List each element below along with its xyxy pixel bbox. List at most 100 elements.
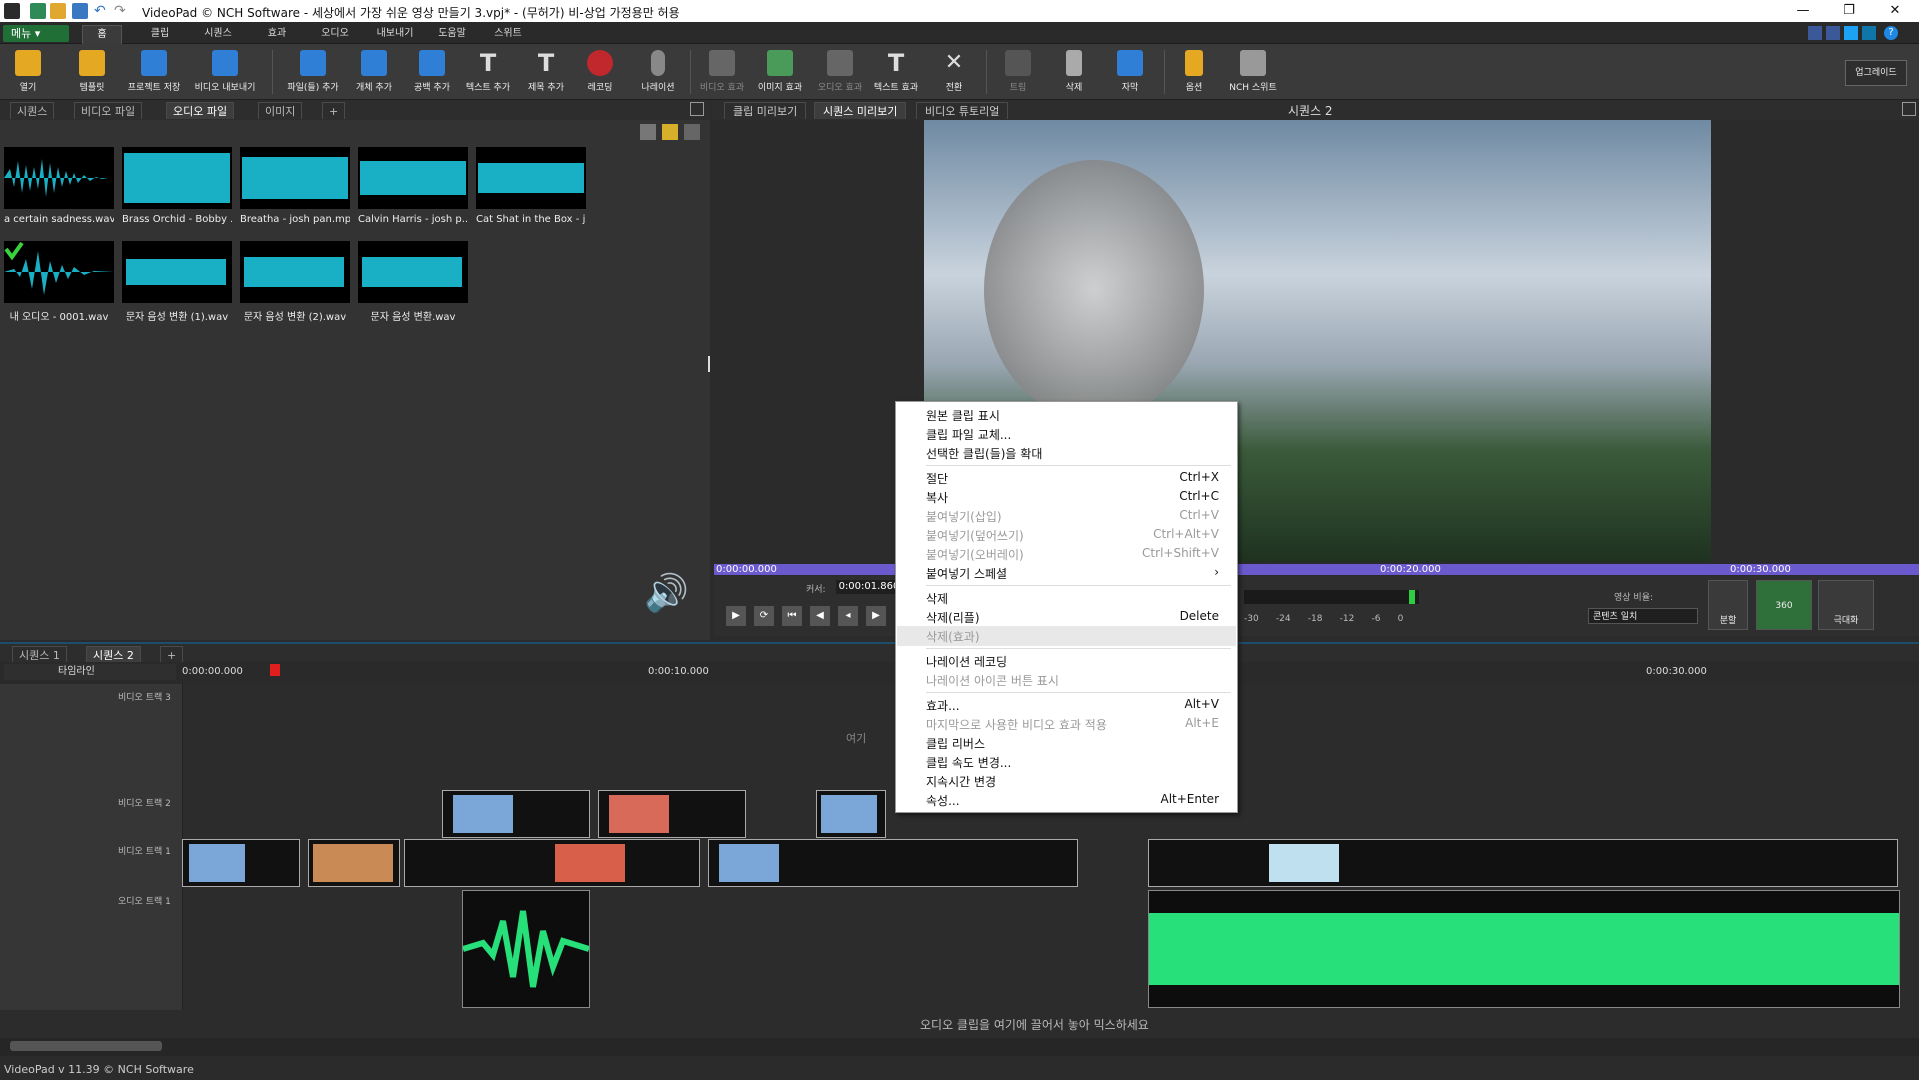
add-object-button[interactable]: 개체 추가 [346,48,402,98]
tab-export[interactable]: 내보내기 [372,25,418,43]
seq-tab-add[interactable]: + [160,646,184,663]
add-title-button[interactable]: T 제목 추가 [518,48,574,98]
playhead-marker[interactable] [270,664,280,676]
image-effects-button[interactable]: 이미지 효과 [752,48,808,98]
menu-item-zoom-selected[interactable]: 선택한 클립(들)을 확대 [926,445,1042,462]
timeline-clip[interactable] [598,790,746,838]
timeline-clip[interactable] [442,790,590,838]
tab-video-tutorial[interactable]: 비디오 튜토리얼 [916,102,1009,119]
next-frame-icon[interactable]: ▶ [866,606,886,626]
audio-effects-button[interactable]: 오디오 효과 [812,48,868,98]
tab-clip-preview[interactable]: 클립 미리보기 [724,102,807,119]
upgrade-button[interactable]: 업그레이드 [1845,60,1907,86]
like-icon[interactable] [1808,26,1822,40]
new-icon[interactable] [30,3,46,19]
360-button[interactable]: 360 [1756,580,1812,630]
menu-item-properties[interactable]: 속성... [926,792,960,809]
timeline-clip[interactable] [404,839,700,887]
options-button[interactable]: 옵션 [1166,48,1222,98]
loop-icon[interactable]: ⟳ [754,606,774,626]
tab-sequence-preview[interactable]: 시퀀스 미리보기 [814,102,907,119]
open-icon[interactable] [50,3,66,19]
undock-icon[interactable] [1902,102,1916,116]
menu-item-change-duration[interactable]: 지속시간 변경 [926,773,996,790]
help-icon[interactable]: ? [1884,26,1898,40]
undock-icon[interactable] [690,102,704,116]
save-icon[interactable] [72,3,88,19]
menu-item-record-narration[interactable]: 나레이션 레코딩 [926,653,1007,670]
menu-item-show-source[interactable]: 원본 클립 표시 [926,407,1000,424]
narration-button[interactable]: 나레이션 [630,48,686,98]
restore-button[interactable]: ❐ [1826,0,1872,22]
tab-effects[interactable]: 효과 [262,25,292,43]
seq-tab-2[interactable]: 시퀀스 2 [86,646,141,663]
bin-tab-video-files[interactable]: 비디오 파일 [74,102,143,119]
add-blank-button[interactable]: 공백 추가 [404,48,460,98]
scroll-thumb[interactable] [10,1041,162,1051]
bin-tab-images[interactable]: 이미지 [258,102,303,119]
linkedin-icon[interactable] [1862,26,1876,40]
timeline-clip[interactable] [308,839,400,887]
text-effects-button[interactable]: T 텍스트 효과 [868,48,924,98]
menu-item-ripple-delete[interactable]: 삭제(리플) [926,609,980,626]
timeline-clip[interactable] [708,839,1078,887]
prev-frame-icon[interactable]: ◀ [810,606,830,626]
tab-audio[interactable]: 오디오 [316,25,354,43]
bin-clip[interactable]: a certain sadness.wav [4,147,114,225]
bin-clip[interactable]: 내 오디오 - 0001.wav [4,241,114,323]
timeline-clip[interactable] [182,839,300,887]
menu-item-paste-special[interactable]: 붙여넣기 스페셜 [926,565,1007,582]
bin-clip[interactable]: Breatha - josh pan.mp3 [240,147,350,225]
seq-tab-1[interactable]: 시퀀스 1 [12,646,67,663]
bin-clip[interactable]: 문자 음성 변환 (2).wav [240,241,350,323]
audio-clip[interactable] [462,890,590,1008]
fullscreen-button[interactable]: 극대화 [1818,580,1874,630]
aspect-select[interactable]: 콘텐츠 일치 [1588,608,1698,624]
timeline-clip[interactable] [1148,839,1898,887]
tab-home[interactable]: 홈 [82,25,122,44]
bin-clip[interactable]: 문자 음성 변환 (1).wav [122,241,232,323]
bin-folder-icon[interactable] [662,124,678,140]
timeline-clip[interactable] [816,790,886,838]
add-files-button[interactable]: 파일(들) 추가 [282,48,344,98]
trim-button[interactable]: 트림 [990,48,1046,98]
open-button[interactable]: 열기 [0,48,56,98]
menu-item-delete[interactable]: 삭제 [926,590,948,607]
tab-help[interactable]: 도움말 [432,25,472,43]
skip-start-icon[interactable]: ⏮ [782,606,802,626]
delete-button[interactable]: 삭제 [1046,48,1102,98]
subtitle-button[interactable]: 자막 [1102,48,1158,98]
timeline-scrollbar[interactable] [0,1038,1919,1056]
tab-clip[interactable]: 클립 [142,25,178,43]
video-effects-button[interactable]: 비디오 효과 [694,48,750,98]
menu-item-change-speed[interactable]: 클립 속도 변경... [926,754,1011,771]
nch-suite-button[interactable]: NCH 스위트 [1222,48,1284,98]
bin-clip[interactable]: Cat Shat in the Box - j... [476,147,586,225]
bin-tab-add[interactable]: + [322,102,346,119]
close-button[interactable]: ✕ [1872,0,1918,22]
menu-item-effects[interactable]: 효과... [926,697,960,714]
menu-item-copy[interactable]: 복사 [926,489,948,506]
undo-icon[interactable]: ↶ [94,3,110,19]
bin-tab-sequences[interactable]: 시퀀스 [10,102,55,119]
split-button[interactable]: 분할 [1708,580,1748,630]
add-text-button[interactable]: T 텍스트 추가 [460,48,516,98]
bin-list-view-icon[interactable] [684,124,700,140]
redo-icon[interactable]: ↷ [114,3,130,19]
menu-item-cut[interactable]: 절단 [926,470,948,487]
export-video-button[interactable]: 비디오 내보내기 [192,48,258,98]
menu-item-reverse-clip[interactable]: 클립 리버스 [926,735,985,752]
tab-sequence[interactable]: 시퀀스 [198,25,238,43]
minimize-button[interactable]: — [1780,0,1826,22]
template-button[interactable]: 템플릿 [64,48,120,98]
bin-clip[interactable]: 문자 음성 변환.wav [358,241,468,323]
bin-clip[interactable]: Calvin Harris - josh p... [358,147,468,225]
menu-item-replace-file[interactable]: 클립 파일 교체... [926,426,1011,443]
transition-button[interactable]: ✕ 전환 [926,48,982,98]
audio-clip[interactable] [1148,890,1900,1008]
splitter-handle[interactable] [708,356,710,372]
rewind-icon[interactable]: ◂ [838,606,858,626]
main-menu-button[interactable]: 메뉴 ▾ [3,25,69,42]
play-icon[interactable]: ▶ [726,606,746,626]
bin-delete-icon[interactable] [640,124,656,140]
